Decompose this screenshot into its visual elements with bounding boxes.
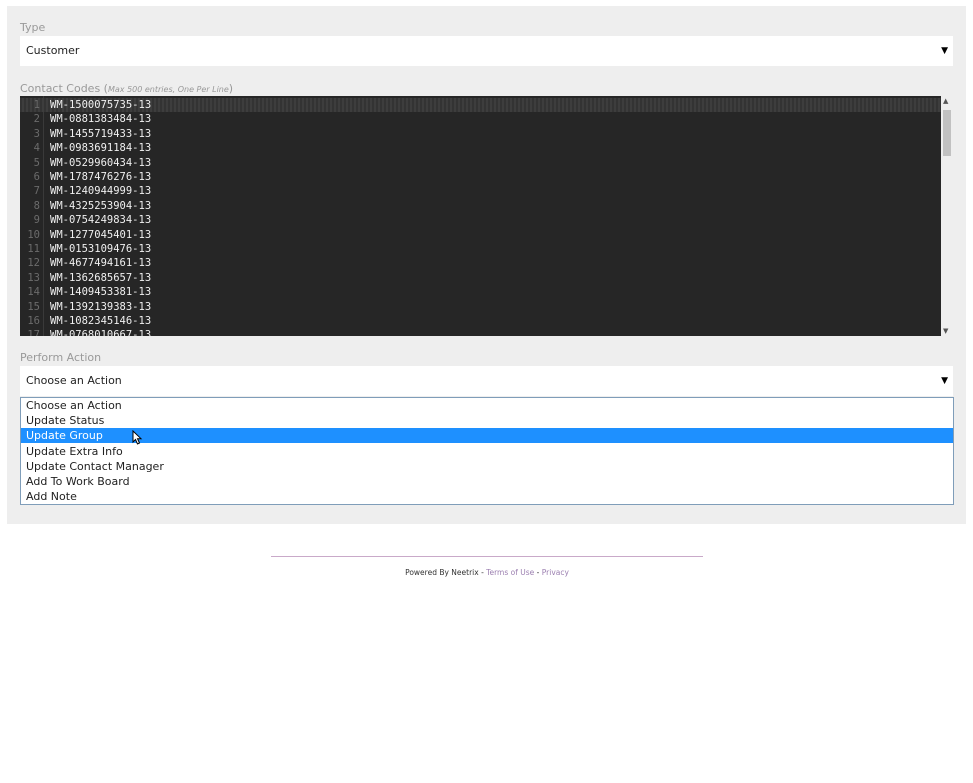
- action-dropdown-list[interactable]: Choose an Action Update Status Update Grou…: [20, 397, 954, 505]
- contact-code: WM-1277045401-13: [50, 228, 152, 241]
- contact-code: WM-1362685657-13: [50, 271, 152, 284]
- footer: Powered By Neetrix - Terms of Use - Priv…: [271, 568, 703, 577]
- action-option[interactable]: Add To Work Board: [21, 474, 953, 489]
- contact-codes-editor[interactable]: 1 WM-1500075735-13 2 WM-0881383484-13 3 WM-14…: [20, 96, 941, 336]
- editor-line[interactable]: 15 WM-1392139383-13: [20, 300, 941, 314]
- line-number: 11: [27, 243, 40, 255]
- type-select-value: Customer: [26, 44, 80, 57]
- footer-separator: -: [534, 568, 542, 577]
- line-number: 2: [33, 113, 40, 126]
- editor-line[interactable]: 8 WM-4325253904-13: [20, 199, 941, 213]
- line-number: 7: [33, 185, 40, 198]
- editor-line[interactable]: 6 WM-1787476276-13: [20, 170, 941, 184]
- editor-line[interactable]: 7 WM-1240944999-13: [20, 184, 941, 198]
- action-select-value: Choose an Action: [26, 374, 122, 387]
- contact-code: WM-4677494161-13: [50, 257, 152, 270]
- editor-line[interactable]: 17 WM-0768010667-13: [20, 328, 941, 336]
- contact-code: WM-4325253904-13: [50, 199, 152, 212]
- editor-line[interactable]: 14 WM-1409453381-13: [20, 285, 941, 299]
- line-number: 15: [27, 300, 40, 313]
- action-option[interactable]: Update Contact Manager: [21, 459, 953, 474]
- action-option[interactable]: Update Status: [21, 413, 953, 428]
- scroll-up-icon[interactable]: ▲: [943, 97, 948, 105]
- contact-code: WM-1409453381-13: [50, 286, 152, 299]
- editor-line[interactable]: 9 WM-0754249834-13: [20, 213, 941, 227]
- editor-line[interactable]: 13 WM-1362685657-13: [20, 271, 941, 285]
- contact-code: WM-0983691184-13: [50, 142, 152, 155]
- editor-scrollbar[interactable]: ▲ ▼: [941, 96, 953, 336]
- contact-code: WM-1787476276-13: [50, 171, 152, 183]
- contact-code: WM-1240944999-13: [50, 185, 152, 198]
- line-number: 12: [27, 257, 40, 270]
- contact-code: WM-1392139383-13: [50, 300, 152, 313]
- contact-codes-label: Contact Codes (Max 500 entries, One Per …: [20, 82, 233, 95]
- contact-code: WM-0153109476-13: [50, 243, 152, 255]
- editor-line[interactable]: 4 WM-0983691184-13: [20, 141, 941, 155]
- type-label: Type: [20, 21, 46, 34]
- line-number: 5: [33, 156, 40, 169]
- privacy-link[interactable]: Privacy: [542, 568, 569, 577]
- editor-line[interactable]: 3 WM-1455719433-13: [20, 127, 941, 141]
- action-option[interactable]: Add Note: [21, 489, 953, 504]
- dropdown-arrow-icon: ▼: [941, 376, 948, 386]
- contact-code: WM-1455719433-13: [50, 127, 152, 140]
- contact-codes-label-close: ): [228, 82, 234, 95]
- editor-line[interactable]: 12 WM-4677494161-13: [20, 256, 941, 270]
- action-option[interactable]: Update Extra Info: [21, 444, 953, 459]
- contact-codes-label-text: Contact Codes (: [20, 82, 108, 95]
- line-number: 16: [27, 315, 40, 327]
- line-number: 1: [33, 99, 40, 111]
- contact-codes-hint: Max 500 entries, One Per Line: [107, 85, 229, 94]
- contact-code: WM-0881383484-13: [50, 113, 152, 126]
- contact-code: WM-1500075735-13: [50, 99, 152, 111]
- action-option[interactable]: Update Group: [21, 428, 953, 444]
- contact-code: WM-1082345146-13: [50, 315, 152, 327]
- editor-line[interactable]: 11 WM-0153109476-13: [20, 242, 941, 256]
- action-option[interactable]: Choose an Action: [21, 398, 953, 413]
- contact-code: WM-0768010667-13: [50, 329, 152, 336]
- editor-line[interactable]: 2 WM-0881383484-13: [20, 112, 941, 126]
- footer-divider: [271, 556, 703, 557]
- terms-link[interactable]: Terms of Use: [486, 568, 534, 577]
- line-number: 10: [27, 228, 40, 241]
- editor-line[interactable]: 1 WM-1500075735-13: [20, 98, 941, 113]
- line-number: 17: [27, 329, 40, 336]
- dropdown-arrow-icon: ▼: [941, 46, 948, 56]
- line-number: 9: [33, 214, 40, 227]
- contact-code: WM-0754249834-13: [50, 214, 152, 227]
- mouse-pointer-icon: [132, 430, 143, 445]
- line-number: 14: [27, 286, 40, 299]
- action-select[interactable]: Choose an Action ▼: [20, 366, 953, 396]
- line-number: 6: [33, 171, 40, 183]
- line-number: 13: [27, 271, 40, 284]
- editor-line[interactable]: 10 WM-1277045401-13: [20, 228, 941, 242]
- scroll-down-icon[interactable]: ▼: [943, 327, 948, 335]
- contact-code: WM-0529960434-13: [50, 156, 152, 169]
- perform-action-label: Perform Action: [20, 351, 102, 364]
- line-number: 8: [33, 199, 40, 212]
- editor-line[interactable]: 5 WM-0529960434-13: [20, 156, 941, 170]
- scrollbar-thumb[interactable]: [943, 110, 951, 156]
- editor-line[interactable]: 16 WM-1082345146-13: [20, 314, 941, 328]
- line-number: 4: [33, 142, 40, 155]
- line-number: 3: [33, 127, 40, 140]
- type-select[interactable]: Customer ▼: [20, 36, 953, 66]
- powered-by-text: Powered By Neetrix: [405, 568, 479, 577]
